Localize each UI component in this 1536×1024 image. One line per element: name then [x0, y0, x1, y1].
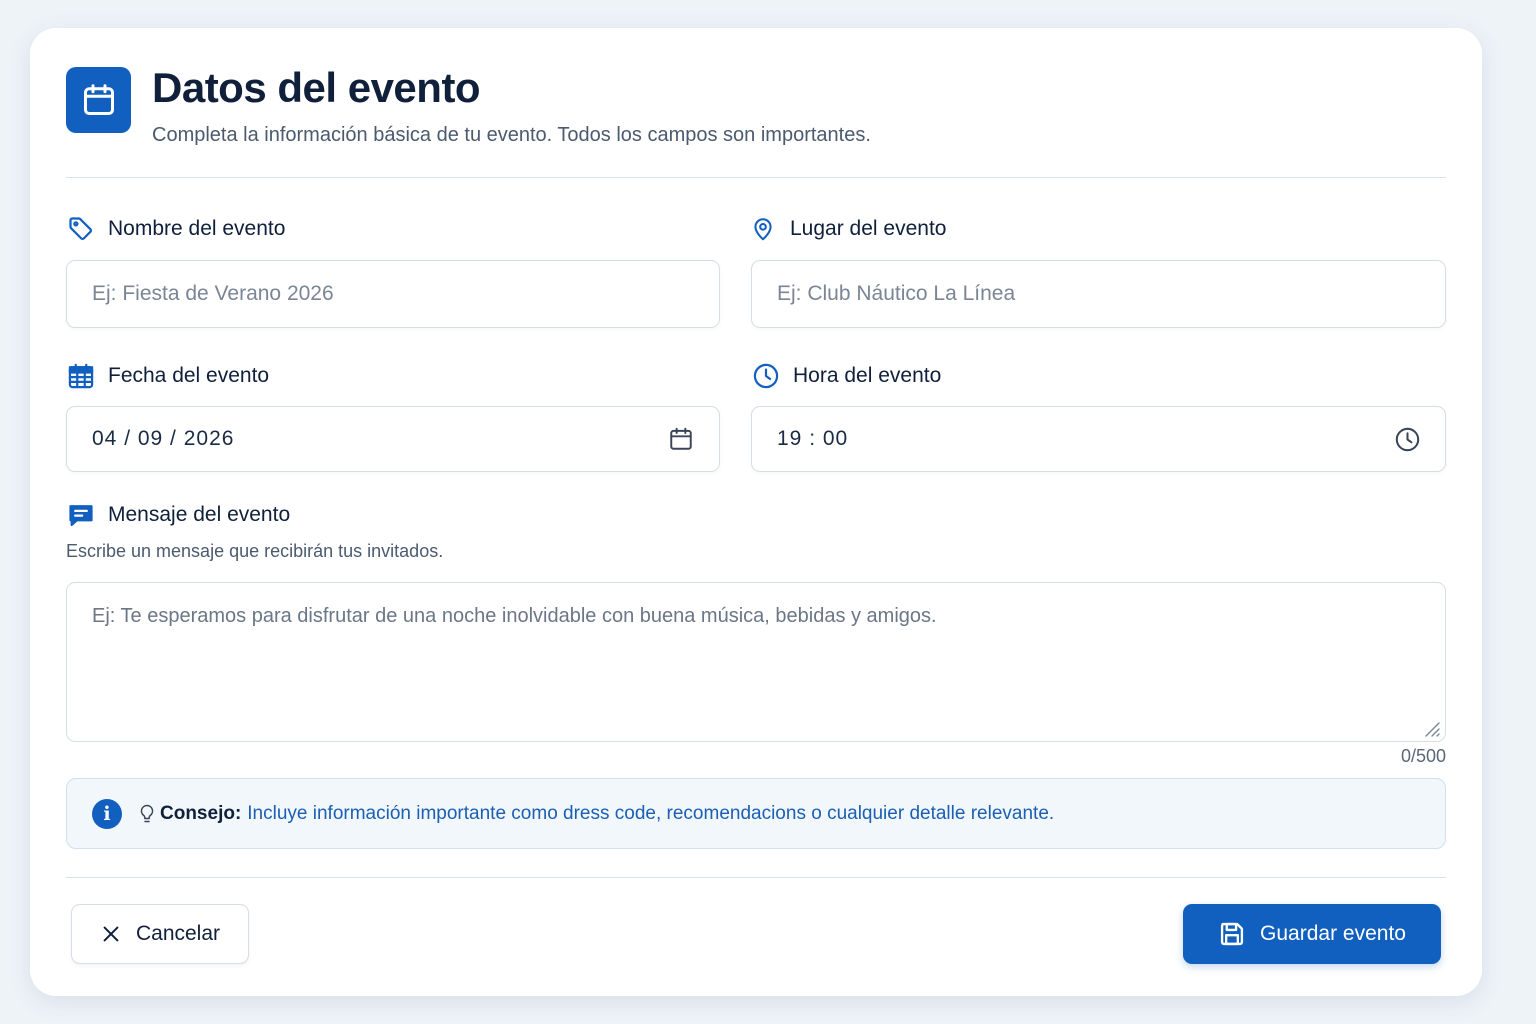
event-place-placeholder: Ej: Club Náutico La Línea — [777, 282, 1016, 305]
tip-text: Incluye información importante como dres… — [247, 802, 1055, 824]
event-message-label: Mensaje del evento — [66, 500, 290, 530]
map-pin-icon — [748, 214, 778, 244]
character-counter: 0/500 — [1400, 746, 1446, 766]
event-place-input[interactable]: Ej: Club Náutico La Línea — [751, 260, 1446, 328]
event-date-value: 04 / 09 / 2026 — [92, 427, 235, 450]
event-name-label: Nombre del evento — [66, 214, 285, 244]
time-picker-clock-icon[interactable] — [1393, 425, 1421, 453]
page-subtitle: Completa la información básica de tu eve… — [152, 124, 871, 146]
event-form-card: Datos del evento Completa la información… — [30, 28, 1482, 996]
event-date-input[interactable]: 04 / 09 / 2026 — [66, 406, 720, 472]
event-date-label: Fecha del evento — [66, 361, 269, 391]
event-message-helper: Escribe un mensaje que recibirán tus inv… — [66, 541, 444, 561]
event-time-input[interactable]: 19 : 00 — [751, 406, 1446, 472]
event-message-placeholder: Ej: Te esperamos para disfrutar de una n… — [92, 605, 937, 627]
clock-icon — [751, 361, 781, 391]
page-title: Datos del evento — [152, 64, 481, 111]
date-picker-calendar-icon[interactable] — [667, 425, 695, 453]
save-button-label: Guardar evento — [1260, 922, 1406, 945]
lightbulb-icon — [138, 803, 156, 825]
save-icon — [1218, 920, 1246, 948]
event-name-label-text: Nombre del evento — [108, 217, 286, 240]
cancel-button[interactable]: Cancelar — [71, 904, 249, 964]
event-place-label: Lugar del evento — [748, 214, 946, 244]
chat-icon — [66, 500, 96, 530]
form-header: Datos del evento Completa la información… — [66, 64, 1446, 156]
close-icon — [100, 923, 122, 945]
header-divider — [66, 177, 1446, 178]
event-message-label-text: Mensaje del evento — [108, 503, 291, 526]
tip-box: i Consejo: Incluye información important… — [66, 778, 1446, 849]
event-name-input[interactable]: Ej: Fiesta de Verano 2026 — [66, 260, 720, 328]
cancel-button-label: Cancelar — [135, 922, 221, 945]
event-time-label: Hora del evento — [751, 361, 941, 391]
event-time-value: 19 : 00 — [777, 427, 849, 450]
event-place-label-text: Lugar del evento — [790, 217, 947, 240]
event-date-label-text: Fecha del evento — [108, 364, 270, 387]
calendar-icon — [66, 67, 131, 133]
calendar-grid-icon — [66, 361, 96, 391]
event-time-label-text: Hora del evento — [793, 364, 942, 387]
event-name-placeholder: Ej: Fiesta de Verano 2026 — [92, 282, 334, 305]
footer-divider — [66, 877, 1446, 878]
info-icon: i — [92, 798, 122, 829]
tip-label: Consejo: — [160, 802, 242, 824]
save-event-button[interactable]: Guardar evento — [1183, 904, 1441, 964]
resize-handle-icon[interactable] — [1423, 720, 1441, 738]
event-message-textarea[interactable]: Ej: Te esperamos para disfrutar de una n… — [66, 582, 1446, 742]
tag-icon — [66, 214, 96, 244]
